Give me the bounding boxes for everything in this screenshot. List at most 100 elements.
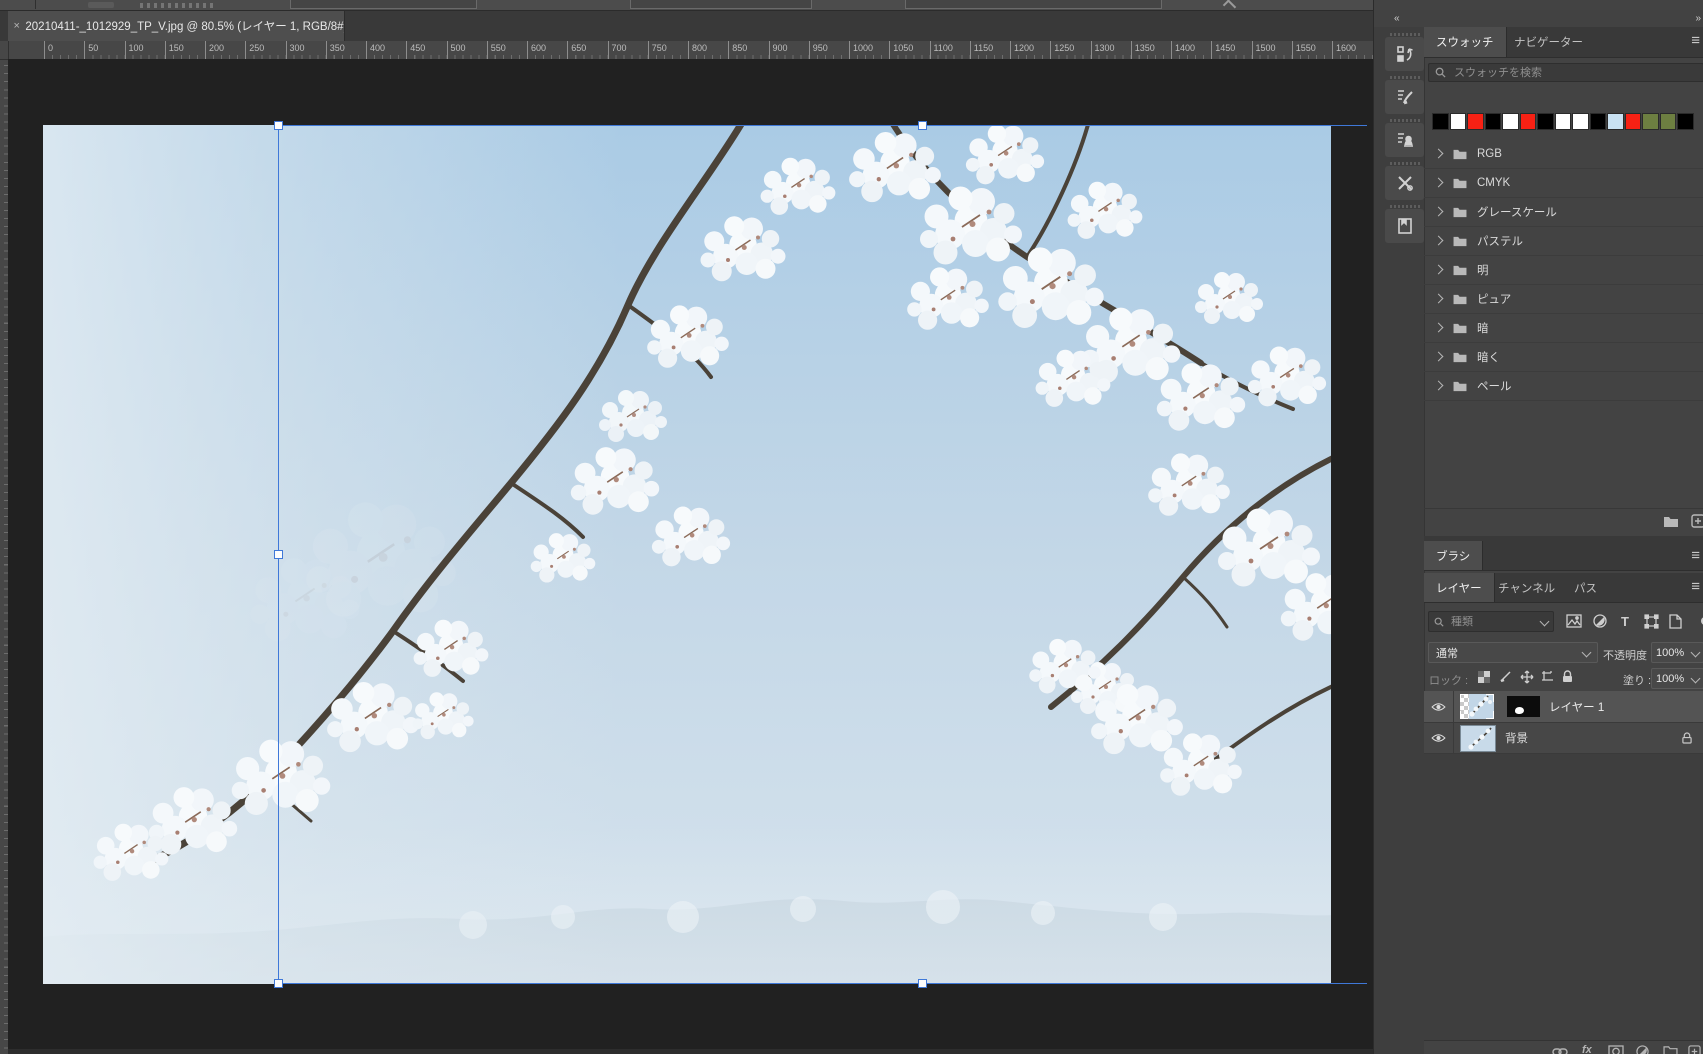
brush-panel-menu-icon[interactable]: ≡: [1691, 548, 1700, 563]
new-swatch-group-icon[interactable]: [1662, 513, 1680, 529]
ruler-label: 1500: [1251, 41, 1276, 59]
adjustment-layer-icon[interactable]: [1636, 1045, 1649, 1054]
options-field[interactable]: [630, 0, 812, 9]
transform-handle-bottom-left[interactable]: [274, 979, 283, 988]
lock-position-icon[interactable]: [1519, 669, 1534, 684]
layer-row-layer1[interactable]: レイヤー 1: [1424, 691, 1703, 723]
brush-settings-panel-icon[interactable]: [1385, 80, 1424, 114]
layers-panel-menu-icon[interactable]: ≡: [1691, 579, 1700, 594]
layer1-thumbnail[interactable]: [1460, 694, 1494, 719]
swatch-group-row[interactable]: RGB: [1424, 139, 1703, 169]
tab-navigator[interactable]: ナビゲーター: [1502, 27, 1595, 57]
layer-filter-field[interactable]: [1428, 611, 1554, 632]
color-swatch[interactable]: [1677, 113, 1694, 130]
filter-smart-objects-icon[interactable]: [1667, 613, 1683, 629]
chevron-right-icon[interactable]: [1433, 351, 1444, 362]
filter-adjustment-layers-icon[interactable]: [1592, 613, 1608, 629]
swatch-group-row[interactable]: ペール: [1424, 371, 1703, 401]
filter-shape-layers-icon[interactable]: [1642, 613, 1660, 629]
opacity-field[interactable]: 100%: [1651, 642, 1703, 663]
lock-all-icon[interactable]: [1560, 668, 1575, 684]
lock-transparency-icon[interactable]: [1476, 669, 1491, 684]
layer-filter-input[interactable]: [1449, 614, 1541, 629]
color-swatch[interactable]: [1467, 113, 1484, 130]
close-tab-icon[interactable]: ×: [8, 20, 25, 32]
ruler-label: 750: [647, 41, 667, 59]
tab-brush[interactable]: ブラシ: [1424, 541, 1484, 570]
color-swatch[interactable]: [1432, 113, 1449, 130]
pasteboard[interactable]: [8, 59, 1373, 1054]
chevron-right-icon[interactable]: [1433, 206, 1444, 217]
swatch-group-row[interactable]: 暗: [1424, 313, 1703, 343]
color-swatch[interactable]: [1519, 113, 1536, 130]
color-swatch[interactable]: [1502, 113, 1519, 130]
swatch-group-row[interactable]: 暗く: [1424, 342, 1703, 372]
options-field[interactable]: [290, 0, 477, 9]
tab-layers[interactable]: レイヤー: [1424, 573, 1495, 602]
transform-handle-middle-left[interactable]: [274, 550, 283, 559]
swatch-group-row[interactable]: CMYK: [1424, 168, 1703, 198]
swatch-group-row[interactable]: 明: [1424, 255, 1703, 285]
color-swatch[interactable]: [1537, 113, 1554, 130]
chevron-right-icon[interactable]: [1433, 322, 1444, 333]
horizontal-ruler[interactable]: 0 50 100 150 200 250 300 350 400 450 500 550 600 650 7…: [8, 41, 1373, 60]
layer-name[interactable]: 背景: [1505, 730, 1528, 746]
color-swatch[interactable]: [1607, 113, 1624, 130]
chevron-right-icon[interactable]: [1433, 177, 1444, 188]
filter-pixel-layers-icon[interactable]: [1565, 613, 1583, 629]
clone-source-panel-icon[interactable]: [1385, 123, 1424, 157]
chevron-right-icon[interactable]: [1433, 148, 1444, 159]
lock-artboard-icon[interactable]: [1540, 669, 1555, 684]
color-swatch[interactable]: [1554, 113, 1571, 130]
swatch-group-row[interactable]: パステル: [1424, 226, 1703, 256]
panel-menu-icon[interactable]: ≡: [1691, 33, 1700, 48]
layer-row-background[interactable]: 背景: [1424, 723, 1703, 754]
tab-paths[interactable]: パス: [1562, 573, 1609, 602]
color-swatch[interactable]: [1449, 113, 1466, 130]
swatch-group-row[interactable]: ピュア: [1424, 284, 1703, 314]
lock-paint-icon[interactable]: [1498, 669, 1513, 684]
swatch-group-row[interactable]: グレースケール: [1424, 197, 1703, 227]
new-group-icon[interactable]: [1663, 1045, 1678, 1054]
color-swatch[interactable]: [1659, 113, 1676, 130]
document-tab[interactable]: × 20210411-_1012929_TP_V.jpg @ 80.5% (レイ…: [8, 11, 345, 41]
history-panel-icon[interactable]: [1385, 37, 1424, 71]
chevron-right-icon[interactable]: [1433, 380, 1444, 391]
chevron-right-icon[interactable]: [1433, 235, 1444, 246]
filter-type-layers-icon[interactable]: T: [1618, 613, 1632, 629]
filter-toggle-icon[interactable]: [1697, 613, 1703, 629]
background-thumbnail[interactable]: [1460, 724, 1496, 752]
tab-channels[interactable]: チャンネル: [1486, 573, 1567, 602]
options-field[interactable]: [905, 0, 1162, 9]
tool-presets-panel-icon[interactable]: [1385, 166, 1424, 200]
blend-mode-select[interactable]: 通常: [1428, 642, 1598, 663]
libraries-panel-icon[interactable]: [1385, 209, 1424, 243]
visibility-toggle[interactable]: [1424, 723, 1454, 753]
visibility-toggle[interactable]: [1424, 691, 1454, 722]
color-swatch[interactable]: [1484, 113, 1501, 130]
collapse-panels-icon[interactable]: «: [1394, 13, 1400, 24]
layer1-mask-thumbnail[interactable]: [1507, 696, 1540, 717]
color-swatch[interactable]: [1589, 113, 1606, 130]
color-swatch[interactable]: [1642, 113, 1659, 130]
fill-field[interactable]: 100%: [1651, 668, 1703, 689]
link-layers-icon[interactable]: [1552, 1045, 1568, 1054]
canvas-image[interactable]: [43, 125, 1331, 984]
expand-panels-icon[interactable]: »: [1695, 13, 1701, 24]
new-swatch-icon[interactable]: [1690, 513, 1703, 529]
tab-swatches[interactable]: スウォッチ: [1424, 27, 1507, 57]
swatch-search-field[interactable]: [1428, 63, 1703, 82]
layer-name[interactable]: レイヤー 1: [1549, 699, 1604, 715]
transform-handle-top-left[interactable]: [274, 121, 283, 130]
color-swatch[interactable]: [1572, 113, 1589, 130]
add-mask-icon[interactable]: [1608, 1045, 1624, 1054]
chevron-right-icon[interactable]: [1433, 264, 1444, 275]
color-swatch[interactable]: [1624, 113, 1641, 130]
swatch-search-input[interactable]: [1452, 65, 1697, 80]
new-layer-icon[interactable]: [1688, 1045, 1701, 1054]
background-lock-icon[interactable]: [1682, 732, 1692, 744]
transform-handle-bottom-center[interactable]: [918, 979, 927, 988]
layer-style-icon[interactable]: fx: [1582, 1044, 1592, 1054]
chevron-right-icon[interactable]: [1433, 293, 1444, 304]
transform-handle-top-center[interactable]: [918, 121, 927, 130]
